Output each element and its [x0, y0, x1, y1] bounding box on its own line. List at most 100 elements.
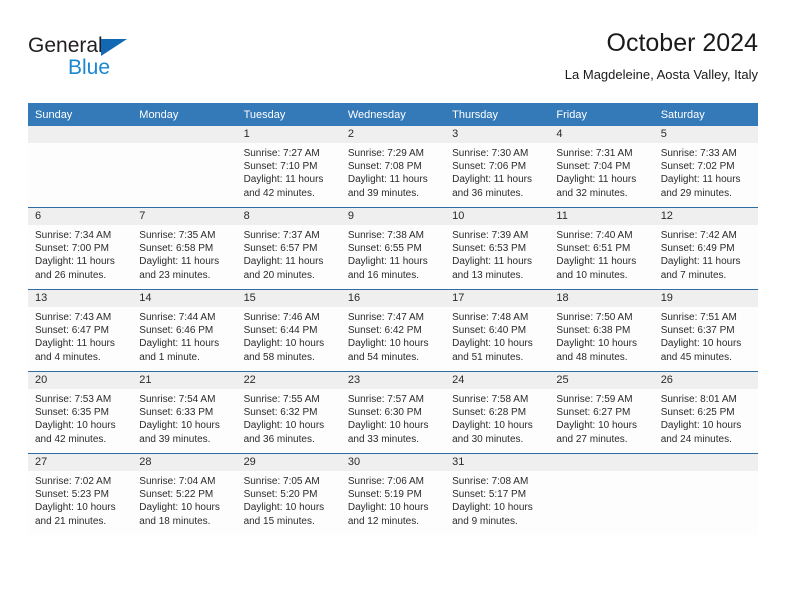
daylight-text-line2: and 1 minute.: [139, 351, 200, 363]
calendar-day-cell[interactable]: 8 Sunrise: 7:37 AM Sunset: 6:57 PM Daylight…: [236, 207, 341, 290]
calendar-day-cell[interactable]: 17 Sunrise: 7:48 AM Sunset: 6:40 PM Dayligh…: [445, 289, 550, 372]
daylight-text-line1: Daylight: 10 hours: [556, 420, 638, 432]
sunset-text: Sunset: 5:20 PM: [243, 489, 318, 501]
day-cell-inner: 6 Sunrise: 7:34 AM Sunset: 7:00 PM Daylight…: [28, 208, 133, 289]
calendar-day-cell[interactable]: 6 Sunrise: 7:34 AM Sunset: 7:00 PM Daylight…: [28, 207, 133, 290]
calendar-day-cell[interactable]: 11 Sunrise: 7:40 AM Sunset: 6:51 PM Dayligh…: [549, 207, 654, 290]
calendar-day-cell[interactable]: 4 Sunrise: 7:31 AM Sunset: 7:04 PM Daylight…: [549, 126, 654, 208]
calendar-head: Sunday Monday Tuesday Wednesday Thursday…: [28, 103, 758, 126]
calendar-day-cell[interactable]: 3 Sunrise: 7:30 AM Sunset: 7:06 PM Daylight…: [445, 126, 550, 208]
daylight-text-line2: and 39 minutes.: [347, 187, 420, 199]
day-number: 21: [132, 372, 237, 389]
sunset-text: Sunset: 6:55 PM: [347, 243, 422, 255]
day-cell-inner: 15 Sunrise: 7:46 AM Sunset: 6:44 PM Dayligh…: [236, 290, 341, 371]
sunset-text: Sunset: 7:08 PM: [347, 161, 422, 173]
day-cell-inner: 28 Sunrise: 7:04 AM Sunset: 5:22 PM Dayligh…: [132, 454, 237, 535]
weekday-header-wednesday: Wednesday: [340, 103, 446, 126]
sunset-text: Sunset: 6:51 PM: [556, 243, 631, 255]
day-cell-inner: 29 Sunrise: 7:05 AM Sunset: 5:20 PM Dayligh…: [236, 454, 341, 535]
calendar-day-cell[interactable]: 1 Sunrise: 7:27 AM Sunset: 7:10 PM Daylight…: [236, 126, 341, 208]
calendar-day-cell[interactable]: 10 Sunrise: 7:39 AM Sunset: 6:53 PM Dayligh…: [445, 207, 550, 290]
calendar-day-cell[interactable]: 16 Sunrise: 7:47 AM Sunset: 6:42 PM Dayligh…: [340, 289, 446, 372]
calendar-day-cell[interactable]: 27 Sunrise: 7:02 AM Sunset: 5:23 PM Dayligh…: [28, 453, 133, 535]
calendar-day-cell-empty: [549, 453, 654, 535]
daylight-text-line1: Daylight: 10 hours: [556, 338, 638, 350]
calendar-day-cell[interactable]: 2 Sunrise: 7:29 AM Sunset: 7:08 PM Daylight…: [340, 126, 446, 208]
calendar-day-cell[interactable]: 18 Sunrise: 7:50 AM Sunset: 6:38 PM Dayligh…: [549, 289, 654, 372]
logo-text-blue: Blue: [68, 56, 111, 79]
sunset-text: Sunset: 6:46 PM: [139, 325, 214, 337]
day-cell-inner: 20 Sunrise: 7:53 AM Sunset: 6:35 PM Dayligh…: [28, 372, 133, 453]
day-number: 30: [340, 454, 446, 471]
calendar-day-cell[interactable]: 20 Sunrise: 7:53 AM Sunset: 6:35 PM Dayligh…: [28, 371, 133, 454]
calendar-day-cell[interactable]: 7 Sunrise: 7:35 AM Sunset: 6:58 PM Daylight…: [132, 207, 237, 290]
day-cell-details: Sunrise: 7:42 AM Sunset: 6:49 PM Daylight:…: [654, 225, 758, 282]
day-cell-inner: 11 Sunrise: 7:40 AM Sunset: 6:51 PM Dayligh…: [549, 208, 654, 289]
daylight-text-line1: Daylight: 11 hours: [139, 338, 220, 350]
daylight-text-line2: and 42 minutes.: [35, 433, 107, 445]
calendar-day-cell[interactable]: 12 Sunrise: 7:42 AM Sunset: 6:49 PM Dayligh…: [653, 207, 758, 290]
calendar-day-cell[interactable]: 5 Sunrise: 7:33 AM Sunset: 7:02 PM Daylight…: [653, 126, 758, 208]
calendar-day-cell[interactable]: 15 Sunrise: 7:46 AM Sunset: 6:44 PM Dayligh…: [236, 289, 341, 372]
calendar-day-cell[interactable]: 26 Sunrise: 8:01 AM Sunset: 6:25 PM Dayligh…: [653, 371, 758, 454]
calendar-day-cell[interactable]: 22 Sunrise: 7:55 AM Sunset: 6:32 PM Dayligh…: [236, 371, 341, 454]
daylight-text-line2: and 26 minutes.: [35, 269, 107, 281]
title-block: October 2024 La Magdeleine, Aosta Valley…: [565, 28, 758, 84]
day-cell-details: Sunrise: 7:06 AM Sunset: 5:19 PM Daylight:…: [341, 471, 445, 528]
calendar-day-cell[interactable]: 9 Sunrise: 7:38 AM Sunset: 6:55 PM Daylight…: [340, 207, 446, 290]
daylight-text-line1: Daylight: 11 hours: [243, 256, 324, 268]
daylight-text-line2: and 54 minutes.: [347, 351, 420, 363]
day-cell-inner: 9 Sunrise: 7:38 AM Sunset: 6:55 PM Daylight…: [340, 208, 446, 289]
logo-line-1: General: [28, 34, 148, 58]
weekday-header-tuesday: Tuesday: [236, 103, 341, 126]
sunrise-text: Sunrise: 7:50 AM: [556, 312, 633, 323]
calendar-day-cell[interactable]: 14 Sunrise: 7:44 AM Sunset: 6:46 PM Dayligh…: [132, 289, 237, 372]
daylight-text-line1: Daylight: 10 hours: [347, 420, 429, 432]
sunrise-text: Sunrise: 7:02 AM: [35, 476, 112, 487]
sunrise-text: Sunrise: 7:05 AM: [243, 476, 320, 487]
daylight-text-line1: Daylight: 10 hours: [452, 420, 533, 432]
sunrise-text: Sunrise: 7:48 AM: [452, 312, 529, 323]
sunset-text: Sunset: 6:58 PM: [139, 243, 214, 255]
daylight-text-line1: Daylight: 11 hours: [35, 338, 115, 350]
calendar-day-cell[interactable]: 23 Sunrise: 7:57 AM Sunset: 6:30 PM Dayligh…: [340, 371, 446, 454]
day-cell-details: Sunrise: 7:02 AM Sunset: 5:23 PM Daylight:…: [28, 471, 132, 528]
day-number: 13: [28, 290, 133, 307]
weekday-header-row: Sunday Monday Tuesday Wednesday Thursday…: [28, 103, 758, 126]
day-cell-inner: 19 Sunrise: 7:51 AM Sunset: 6:37 PM Dayligh…: [653, 290, 758, 371]
calendar-day-cell[interactable]: 28 Sunrise: 7:04 AM Sunset: 5:22 PM Dayligh…: [132, 453, 237, 535]
calendar-day-cell[interactable]: 24 Sunrise: 7:58 AM Sunset: 6:28 PM Dayligh…: [445, 371, 550, 454]
day-cell-inner: 21 Sunrise: 7:54 AM Sunset: 6:33 PM Dayligh…: [132, 372, 237, 453]
sunrise-text: Sunrise: 7:42 AM: [660, 230, 737, 241]
calendar-day-cell[interactable]: 13 Sunrise: 7:43 AM Sunset: 6:47 PM Dayligh…: [28, 289, 133, 372]
day-number: [653, 454, 758, 471]
daylight-text-line1: Daylight: 11 hours: [35, 256, 115, 268]
calendar-day-cell[interactable]: 21 Sunrise: 7:54 AM Sunset: 6:33 PM Dayligh…: [132, 371, 237, 454]
day-number: 7: [132, 208, 237, 225]
day-cell-details: Sunrise: 7:57 AM Sunset: 6:30 PM Daylight:…: [341, 389, 445, 446]
calendar-day-cell[interactable]: 19 Sunrise: 7:51 AM Sunset: 6:37 PM Dayligh…: [653, 289, 758, 372]
sunset-text: Sunset: 6:49 PM: [660, 243, 735, 255]
calendar-day-cell[interactable]: 31 Sunrise: 7:08 AM Sunset: 5:17 PM Dayligh…: [445, 453, 550, 535]
daylight-text-line2: and 58 minutes.: [243, 351, 315, 363]
day-number: 12: [653, 208, 758, 225]
general-blue-logo[interactable]: General Blue: [28, 34, 148, 84]
sunset-text: Sunset: 6:27 PM: [556, 407, 631, 419]
day-cell-inner: 10 Sunrise: 7:39 AM Sunset: 6:53 PM Dayligh…: [445, 208, 550, 289]
sunset-text: Sunset: 6:44 PM: [243, 325, 318, 337]
calendar-day-cell[interactable]: 29 Sunrise: 7:05 AM Sunset: 5:20 PM Dayligh…: [236, 453, 341, 535]
daylight-text-line1: Daylight: 11 hours: [243, 174, 324, 186]
calendar-day-cell[interactable]: 30 Sunrise: 7:06 AM Sunset: 5:19 PM Dayligh…: [340, 453, 446, 535]
sunrise-text: Sunrise: 7:46 AM: [243, 312, 320, 323]
sunset-text: Sunset: 6:38 PM: [556, 325, 631, 337]
daylight-text-line1: Daylight: 10 hours: [139, 502, 220, 514]
sunset-text: Sunset: 6:37 PM: [660, 325, 735, 337]
day-cell-inner: 23 Sunrise: 7:57 AM Sunset: 6:30 PM Dayligh…: [340, 372, 446, 453]
sunrise-text: Sunrise: 7:40 AM: [556, 230, 633, 241]
calendar-day-cell[interactable]: 25 Sunrise: 7:59 AM Sunset: 6:27 PM Dayligh…: [549, 371, 654, 454]
day-cell-inner: 5 Sunrise: 7:33 AM Sunset: 7:02 PM Daylight…: [653, 126, 758, 207]
daylight-text-line2: and 36 minutes.: [243, 433, 315, 445]
daylight-text-line1: Daylight: 11 hours: [139, 256, 220, 268]
daylight-text-line2: and 33 minutes.: [347, 433, 420, 445]
sunrise-text: Sunrise: 7:33 AM: [660, 148, 737, 159]
